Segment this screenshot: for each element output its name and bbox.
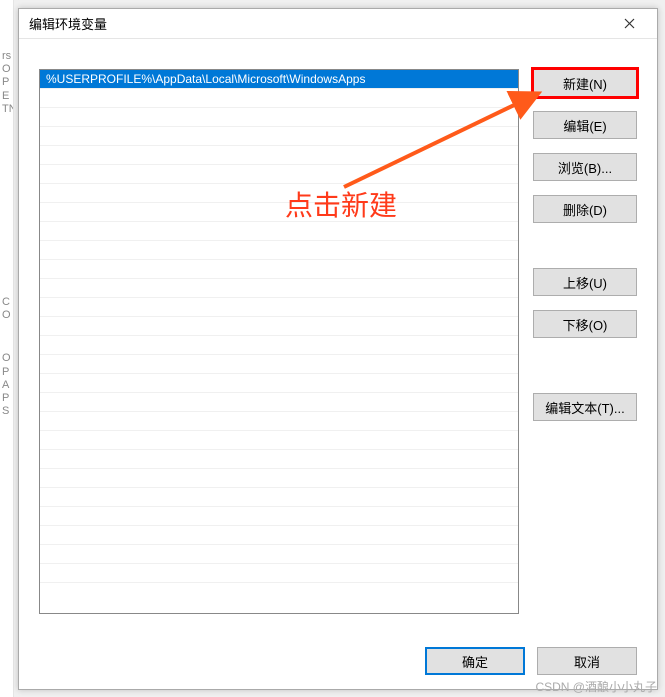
list-item[interactable]: [40, 89, 518, 108]
list-item[interactable]: [40, 564, 518, 583]
dialog-content: %USERPROFILE%\AppData\Local\Microsoft\Wi…: [19, 39, 657, 689]
list-item[interactable]: [40, 355, 518, 374]
button-column: 新建(N) 编辑(E) 浏览(B)... 删除(D) 上移(U) 下移(O) 编…: [533, 69, 637, 435]
cancel-button[interactable]: 取消: [537, 647, 637, 675]
list-item[interactable]: %USERPROFILE%\AppData\Local\Microsoft\Wi…: [40, 70, 518, 89]
list-item[interactable]: [40, 469, 518, 488]
edit-text-button[interactable]: 编辑文本(T)...: [533, 393, 637, 421]
path-list[interactable]: %USERPROFILE%\AppData\Local\Microsoft\Wi…: [39, 69, 519, 614]
edit-button[interactable]: 编辑(E): [533, 111, 637, 139]
edit-env-var-dialog: 编辑环境变量 %USERPROFILE%\AppData\Local\Micro…: [18, 8, 658, 690]
dialog-title: 编辑环境变量: [29, 14, 107, 33]
list-item[interactable]: [40, 545, 518, 564]
list-item[interactable]: [40, 317, 518, 336]
delete-button[interactable]: 删除(D): [533, 195, 637, 223]
background-window-sliver: rsO PE TN CO OP AP S: [0, 0, 14, 697]
list-item[interactable]: [40, 374, 518, 393]
ok-button[interactable]: 确定: [425, 647, 525, 675]
list-item[interactable]: [40, 488, 518, 507]
list-item[interactable]: [40, 298, 518, 317]
move-down-button[interactable]: 下移(O): [533, 310, 637, 338]
list-item[interactable]: [40, 165, 518, 184]
list-item[interactable]: [40, 203, 518, 222]
list-item[interactable]: [40, 526, 518, 545]
list-item[interactable]: [40, 260, 518, 279]
list-item[interactable]: [40, 507, 518, 526]
list-item[interactable]: [40, 431, 518, 450]
titlebar: 编辑环境变量: [19, 9, 657, 39]
list-item[interactable]: [40, 127, 518, 146]
list-item[interactable]: [40, 336, 518, 355]
browse-button[interactable]: 浏览(B)...: [533, 153, 637, 181]
list-item[interactable]: [40, 222, 518, 241]
dialog-bottom-buttons: 确定 取消: [425, 647, 637, 675]
list-item[interactable]: [40, 279, 518, 298]
list-item[interactable]: [40, 412, 518, 431]
list-item[interactable]: [40, 241, 518, 260]
list-item[interactable]: [40, 393, 518, 412]
watermark: CSDN @酒酿小小丸子: [535, 678, 657, 695]
move-up-button[interactable]: 上移(U): [533, 268, 637, 296]
list-item[interactable]: [40, 146, 518, 165]
close-button[interactable]: [609, 11, 649, 37]
new-button[interactable]: 新建(N): [533, 69, 637, 97]
close-icon: [624, 18, 635, 29]
list-item[interactable]: [40, 184, 518, 203]
list-item[interactable]: [40, 450, 518, 469]
list-item[interactable]: [40, 108, 518, 127]
